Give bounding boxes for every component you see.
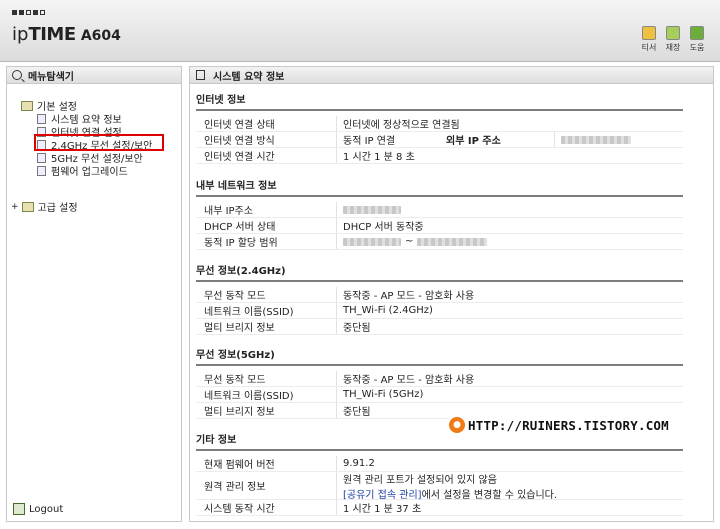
page-button[interactable]: 티서	[640, 26, 658, 53]
table-row: 멀티 브리지 정보 중단됨	[196, 319, 683, 335]
table-row: DHCP 서버 상태 DHCP 서버 동작중	[196, 218, 683, 234]
page-icon	[196, 70, 205, 80]
redacted-value	[343, 205, 401, 214]
summary-title: 시스템 요약 정보	[190, 67, 713, 84]
brand-main: TIME	[28, 24, 76, 45]
save-icon	[666, 26, 680, 40]
help-button[interactable]: 도움	[688, 26, 706, 53]
sidebar-item-advanced-settings[interactable]: + 고급 설정	[11, 199, 78, 214]
lan-section: 내부 네트워크 정보 내부 IP주소 DHCP 서버 상태 DHCP 서버 동작…	[196, 177, 683, 250]
folder-icon	[21, 201, 34, 212]
folder-icon	[21, 100, 33, 111]
menu-explorer: 메뉴탐색기 기본 설정 시스템 요약 정보 인터넷 연결 설정 2.4GHz 무…	[6, 66, 182, 522]
section-title: 인터넷 정보	[196, 91, 683, 111]
help-icon	[690, 26, 704, 40]
watermark-icon: ●	[449, 417, 465, 433]
save-button[interactable]: 재장	[664, 26, 682, 53]
highlight-box	[34, 134, 164, 151]
redacted-value	[417, 237, 488, 246]
wifi5-section: 무선 정보(5GHz) 무선 동작 모드 동작중 - AP 모드 - 암호화 사…	[196, 346, 683, 419]
expand-icon[interactable]: +	[11, 202, 19, 212]
watermark: ● HTTP://RUINERS.TISTORY.COM	[449, 415, 695, 435]
table-row: 내부 IP주소	[196, 202, 683, 218]
wifi24-section: 무선 정보(2.4GHz) 무선 동작 모드 동작중 - AP 모드 - 암호화…	[196, 262, 683, 335]
external-ip-value	[554, 132, 683, 147]
page-icon	[642, 26, 656, 40]
redacted-value	[561, 135, 631, 144]
menu-explorer-title: 메뉴탐색기	[7, 67, 181, 84]
table-row: 동적 IP 할당 범위 ~	[196, 234, 683, 250]
brand-dots-icon	[12, 10, 45, 15]
page-icon	[37, 165, 46, 176]
search-icon	[12, 70, 22, 80]
table-row: 인터넷 연결 상태 인터넷에 정상적으로 연결됨	[196, 116, 683, 132]
logout-button[interactable]: Logout	[13, 503, 63, 515]
section-title: 내부 네트워크 정보	[196, 177, 683, 197]
table-row: 네트워크 이름(SSID) TH_Wi-Fi (2.4GHz)	[196, 303, 683, 319]
table-row: 무선 동작 모드 동작중 - AP 모드 - 암호화 사용	[196, 371, 683, 387]
logout-icon	[13, 503, 25, 515]
remote-access-link[interactable]: [공유기 접속 관리]	[343, 490, 422, 501]
summary-panel: 시스템 요약 정보 인터넷 정보 인터넷 연결 상태 인터넷에 정상적으로 연결…	[189, 66, 714, 522]
table-row: 인터넷 연결 시간 1 시간 1 분 8 초	[196, 148, 683, 164]
table-row: 원격 관리 정보 원격 관리 포트가 설정되어 있지 않음 [공유기 접속 관리…	[196, 472, 683, 501]
table-row: 무선 동작 모드 동작중 - AP 모드 - 암호화 사용	[196, 287, 683, 303]
table-row: 네트워크 이름(SSID) TH_Wi-Fi (5GHz)	[196, 387, 683, 403]
model-name: A604	[80, 28, 121, 44]
wifi-icon	[37, 152, 46, 163]
redacted-value	[343, 237, 401, 246]
section-title: 무선 정보(2.4GHz)	[196, 262, 683, 282]
page-icon	[37, 113, 46, 124]
top-header: ipTIME A604 티서 재장 도움	[0, 0, 720, 62]
table-row: 인터넷 연결 방식 동적 IP 연결 외부 IP 주소	[196, 132, 683, 148]
internet-section: 인터넷 정보 인터넷 연결 상태 인터넷에 정상적으로 연결됨 인터넷 연결 방…	[196, 91, 683, 164]
brand-prefix: ip	[12, 24, 29, 45]
sidebar-item-firmware[interactable]: 펌웨어 업그레이드	[37, 163, 128, 178]
table-row: 시스템 동작 시간 1 시간 1 분 37 초	[196, 500, 683, 516]
section-title: 무선 정보(5GHz)	[196, 346, 683, 366]
etc-section: 기타 정보 현재 펌웨어 버전 9.91.2 원격 관리 정보 원격 관리 포트…	[196, 431, 683, 516]
brand-logo: ipTIME A604	[12, 24, 121, 45]
